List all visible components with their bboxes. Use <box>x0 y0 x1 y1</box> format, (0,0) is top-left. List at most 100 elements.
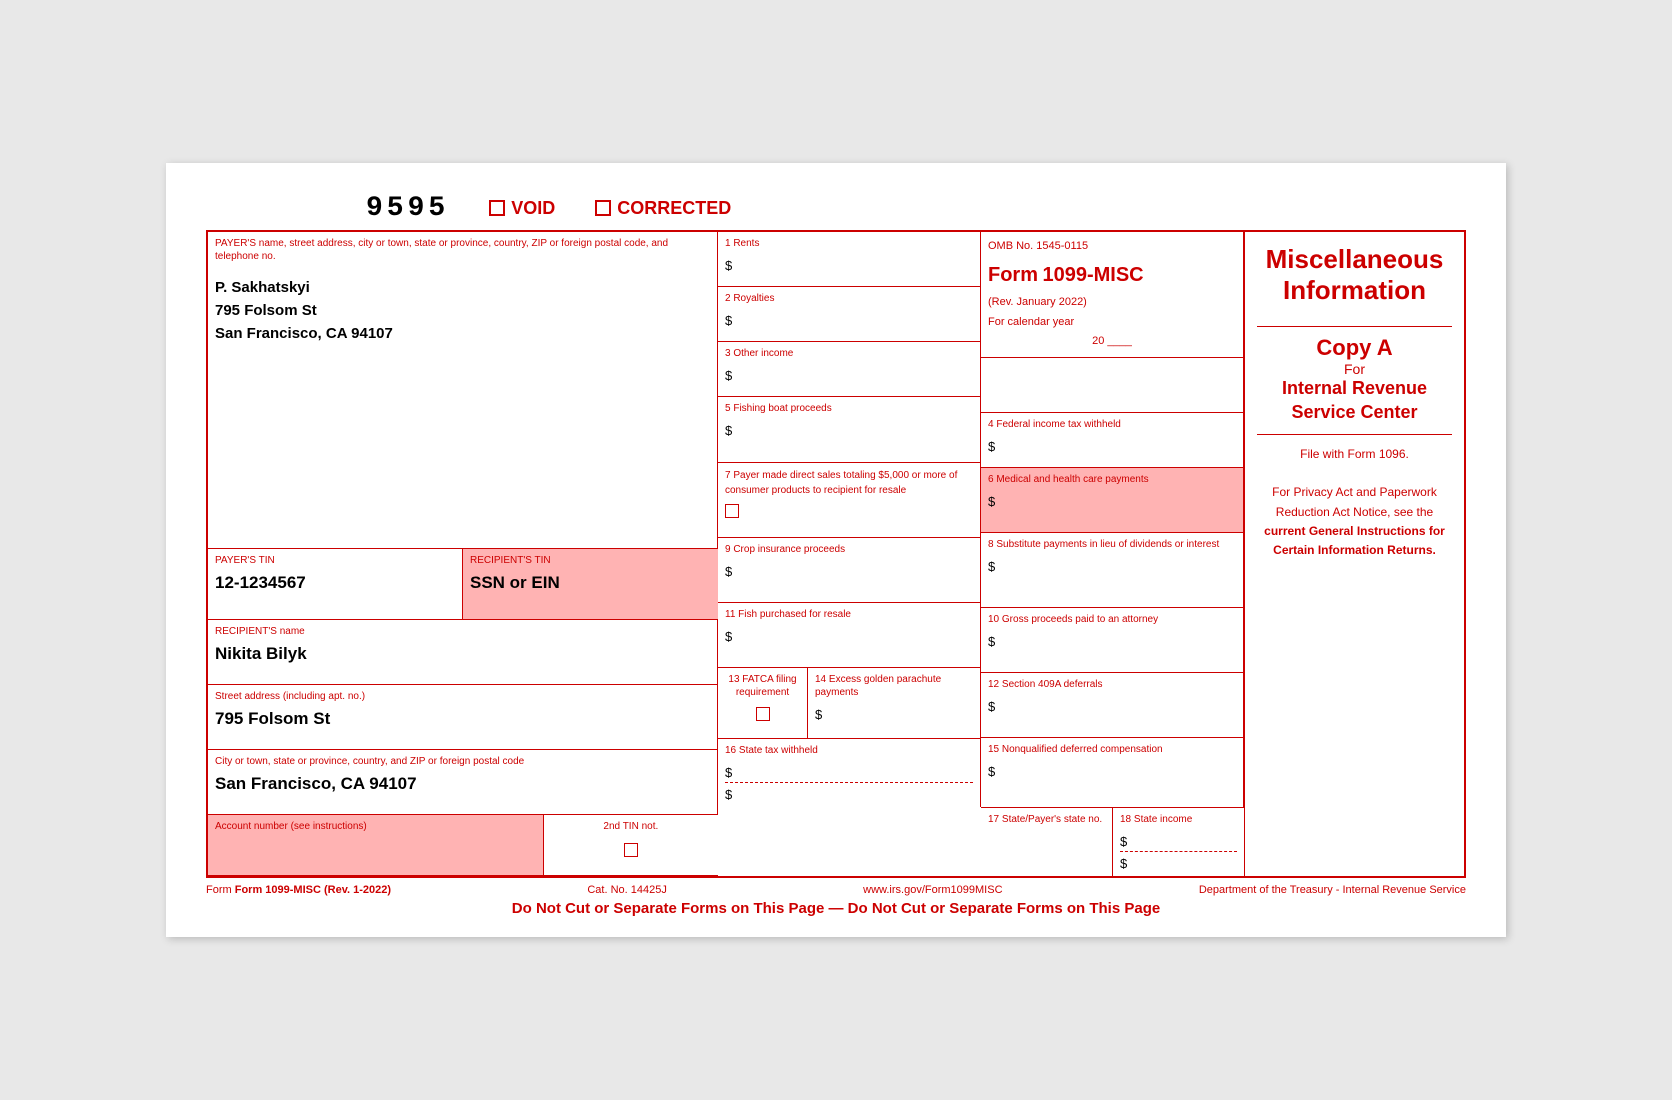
fishing-label: 5 Fishing boat proceeds <box>725 403 832 414</box>
misc-title: Miscellaneous Information <box>1266 244 1444 306</box>
omb-number: OMB No. 1545-0115 <box>988 240 1088 252</box>
recipient-name-value: Nikita Bilyk <box>215 644 710 664</box>
second-tin-label: 2nd TIN not. <box>603 821 658 832</box>
omb-rev: (Rev. January 2022) <box>988 296 1087 308</box>
fatca-cell: 13 FATCA filing requirement <box>718 668 808 738</box>
corrected-checkbox[interactable] <box>595 200 611 216</box>
middle-column: 1 Rents $ 2 Royalties $ 3 Other income $… <box>718 232 981 876</box>
excess-label: 14 Excess golden parachute payments <box>815 674 941 698</box>
account-number-cell: Account number (see instructions) <box>208 815 544 875</box>
omb-cell: OMB No. 1545-0115 Form 1099-MISC (Rev. J… <box>981 232 1244 358</box>
nonqualified-dollar: $ <box>988 764 1236 779</box>
state-tax-dollar2: $ <box>725 787 973 802</box>
rents-dollar: $ <box>725 258 973 273</box>
recipient-tin-cell: RECIPIENT'S TIN SSN or EIN <box>463 549 718 619</box>
payer-tin-label: PAYER'S TIN <box>215 555 275 566</box>
fatca-checkbox[interactable] <box>756 707 770 721</box>
irs-center-label: Internal Revenue Service Center <box>1282 377 1427 424</box>
city-state-value: San Francisco, CA 94107 <box>215 774 710 794</box>
account-number-label: Account number (see instructions) <box>215 821 367 832</box>
do-not-cut-label: Do Not Cut or Separate Forms on This Pag… <box>206 900 1466 917</box>
street-address-value: 795 Folsom St <box>215 709 710 729</box>
direct-sales-cell: 7 Payer made direct sales totaling $5,00… <box>718 463 981 538</box>
state-payer-label: 17 State/Payer's state no. <box>988 814 1102 825</box>
section409-cell: 12 Section 409A deferrals $ <box>981 673 1244 738</box>
gross-proceeds-dollar: $ <box>988 634 1236 649</box>
website-label: www.irs.gov/Form1099MISC <box>863 884 1002 896</box>
form-label: Form <box>988 264 1038 286</box>
left-column: PAYER'S name, street address, city or to… <box>208 232 718 876</box>
omb-cal-label: For calendar year <box>988 316 1074 328</box>
excess-cell: 14 Excess golden parachute payments $ <box>808 668 981 738</box>
excess-dollar: $ <box>815 707 973 722</box>
rents-cell: 1 Rents $ <box>718 232 981 287</box>
crop-label: 9 Crop insurance proceeds <box>725 544 845 555</box>
payer-name: P. Sakhatskyi <box>215 279 710 296</box>
other-income-label: 3 Other income <box>725 348 793 359</box>
void-label: VOID <box>511 198 555 219</box>
fishing-row: 5 Fishing boat proceeds $ <box>718 397 981 463</box>
state-income-dollar2: $ <box>1120 856 1237 871</box>
direct-sales-checkbox[interactable] <box>725 504 739 518</box>
gross-proceeds-cell: 10 Gross proceeds paid to an attorney $ <box>981 608 1244 673</box>
payer-tin-value: 12-1234567 <box>215 573 455 593</box>
corrected-section: CORRECTED <box>595 198 731 219</box>
section409-label: 12 Section 409A deferrals <box>988 679 1103 690</box>
void-checkbox[interactable] <box>489 200 505 216</box>
medical-dollar: $ <box>988 494 1236 509</box>
substitute-label: 8 Substitute payments in lieu of dividen… <box>988 539 1219 550</box>
payer-info-cell: PAYER'S name, street address, city or to… <box>208 232 718 549</box>
form-1099-name: 1099-MISC <box>1042 264 1143 286</box>
royalties-label: 2 Royalties <box>725 293 774 304</box>
state-tax-cell: 16 State tax withheld $ $ <box>718 739 981 807</box>
cat-label: Cat. No. 14425J <box>587 884 667 896</box>
fish-resale-dollar: $ <box>725 629 973 644</box>
federal-tax-cell: 4 Federal income tax withheld $ <box>981 413 1244 468</box>
crop-cell: 9 Crop insurance proceeds $ <box>718 538 981 603</box>
footer: Form Form 1099-MISC (Rev. 1-2022) Cat. N… <box>206 884 1466 896</box>
street-address-cell: Street address (including apt. no.) 795 … <box>208 685 718 750</box>
second-tin-checkbox[interactable] <box>624 843 638 857</box>
other-income-cell: 3 Other income $ <box>718 342 981 397</box>
fish-resale-cell: 11 Fish purchased for resale $ <box>718 603 981 668</box>
other-income-dollar: $ <box>725 368 973 383</box>
gross-proceeds-label: 10 Gross proceeds paid to an attorney <box>988 614 1158 625</box>
copy-a-label: Copy A <box>1316 335 1392 361</box>
payer-label: PAYER'S name, street address, city or to… <box>215 238 668 262</box>
payer-city: San Francisco, CA 94107 <box>215 325 710 342</box>
payer-tin-cell: PAYER'S TIN 12-1234567 <box>208 549 463 619</box>
state-row: 17 State/Payer's state no. 18 State inco… <box>981 808 1244 876</box>
crop-dollar: $ <box>725 564 973 579</box>
nonqualified-cell: 15 Nonqualified deferred compensation $ <box>981 738 1244 808</box>
omb-cal-year: 20 ____ <box>988 332 1236 352</box>
page-wrapper: 9595 VOID CORRECTED PAYER'S name, street… <box>166 163 1506 937</box>
recipient-name-label: RECIPIENT'S name <box>215 626 305 637</box>
state-income-dollar1: $ <box>1120 834 1237 852</box>
right-mid-column: OMB No. 1545-0115 Form 1099-MISC (Rev. J… <box>981 232 1244 876</box>
federal-tax-label: 4 Federal income tax withheld <box>988 419 1121 430</box>
city-state-label: City or town, state or province, country… <box>215 756 524 767</box>
top-header: 9595 VOID CORRECTED <box>206 193 1466 224</box>
state-income-cell: 18 State income $ $ <box>1113 808 1244 876</box>
form-number: 9595 <box>366 193 449 224</box>
medical-cell: 6 Medical and health care payments $ <box>981 468 1244 533</box>
recipient-name-cell: RECIPIENT'S name Nikita Bilyk <box>208 620 718 685</box>
medical-label: 6 Medical and health care payments <box>988 474 1149 485</box>
corrected-label: CORRECTED <box>617 198 731 219</box>
spacer-royalties <box>981 358 1244 413</box>
section409-dollar: $ <box>988 699 1236 714</box>
fishing-dollar: $ <box>725 423 973 438</box>
fatca-row: 13 FATCA filing requirement 14 Excess go… <box>718 668 981 739</box>
state-payer-cell: 17 State/Payer's state no. <box>981 808 1113 876</box>
form-ref-label: Form Form 1099-MISC (Rev. 1-2022) <box>206 884 391 896</box>
file-with-label: File with Form 1096. For Privacy Act and… <box>1257 445 1452 560</box>
state-tax-label: 16 State tax withheld <box>725 745 818 756</box>
substitute-cell: 8 Substitute payments in lieu of dividen… <box>981 533 1244 608</box>
recipient-tin-label: RECIPIENT'S TIN <box>470 555 551 566</box>
form-name: Form 1099-MISC <box>988 268 1144 285</box>
account-row: Account number (see instructions) 2nd TI… <box>208 815 718 876</box>
second-tin-cell: 2nd TIN not. <box>544 815 718 875</box>
recipient-tin-value: SSN or EIN <box>470 573 711 593</box>
fish-resale-label: 11 Fish purchased for resale <box>725 609 851 620</box>
street-address-label: Street address (including apt. no.) <box>215 691 365 702</box>
